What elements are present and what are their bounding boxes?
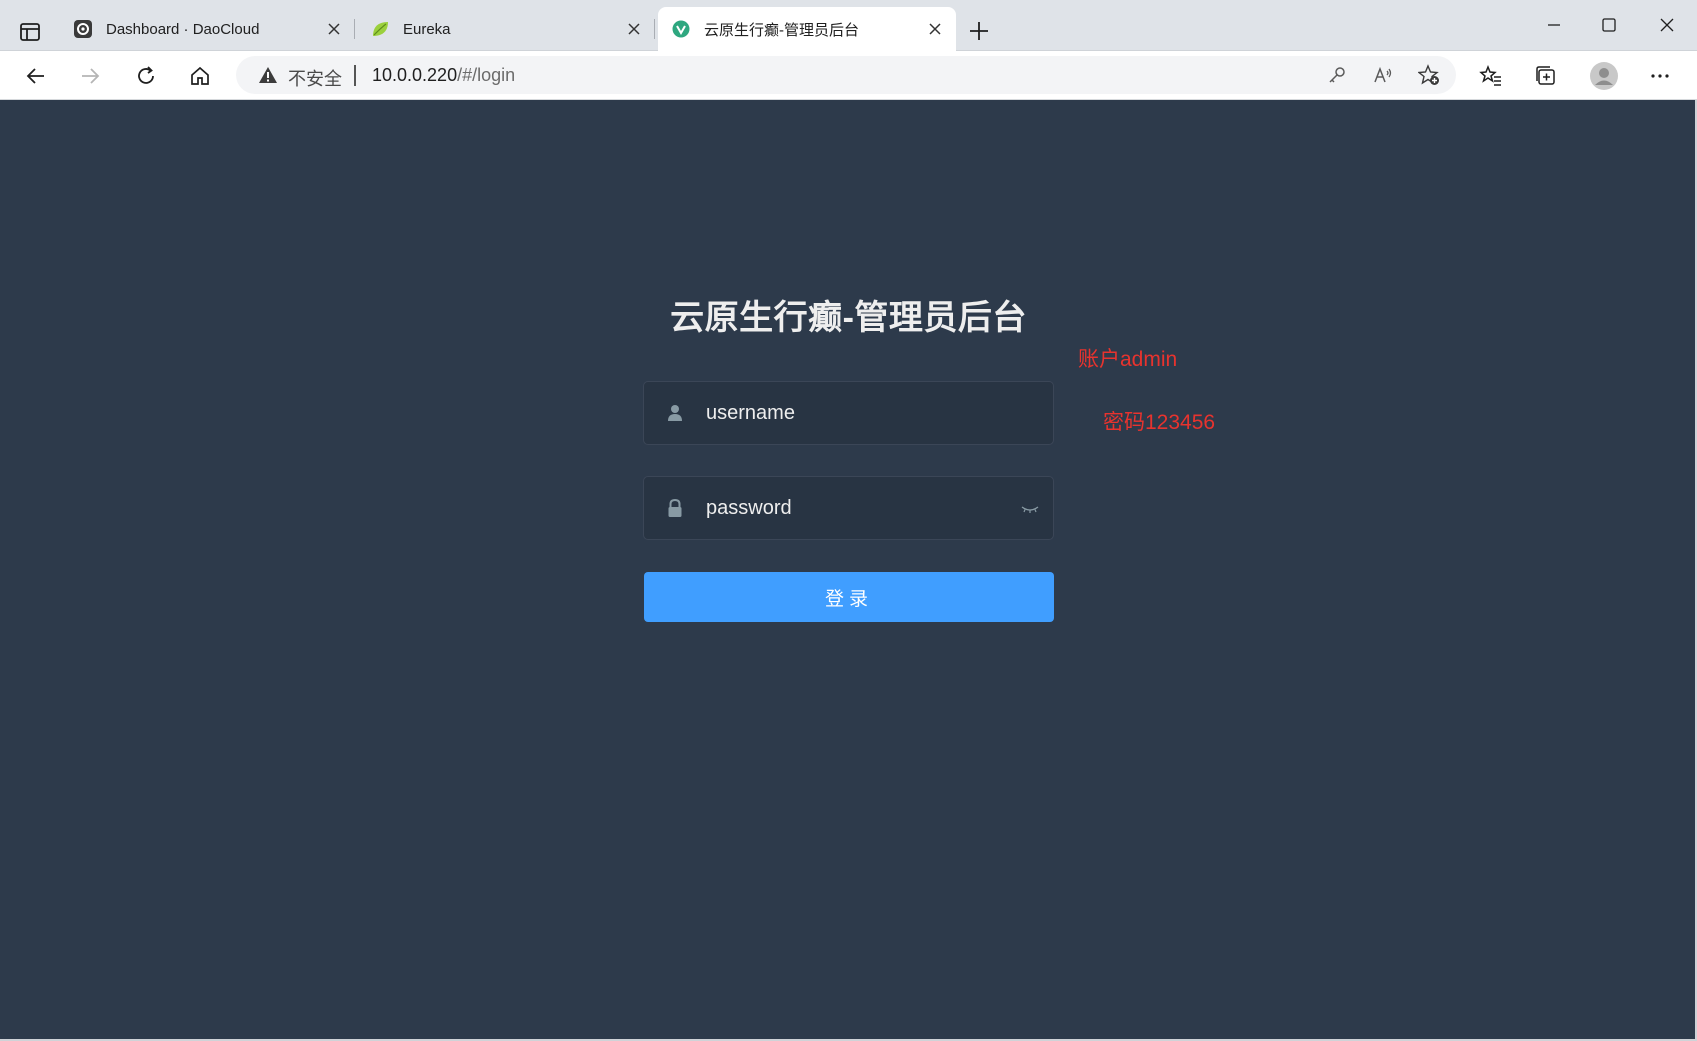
minimize-icon[interactable] <box>1543 14 1565 36</box>
login-button[interactable]: 登录 <box>644 572 1054 622</box>
tab-daocloud[interactable]: Dashboard · DaoCloud <box>60 7 355 51</box>
tab-eureka[interactable]: Eureka <box>357 7 655 51</box>
tab-title: Eureka <box>403 20 451 38</box>
tab-actions-icon[interactable] <box>18 20 42 44</box>
new-tab-icon[interactable] <box>968 20 990 42</box>
collections-icon[interactable] <box>1534 64 1558 88</box>
password-input[interactable]: password <box>706 497 792 520</box>
page-title: 云原生行癫-管理员后台 <box>670 299 1027 337</box>
close-icon[interactable] <box>327 22 341 36</box>
user-icon <box>668 405 682 421</box>
url-path: /#/login <box>457 65 516 85</box>
login-page: 云原生行癫-管理员后台 username password 登录 账户admin… <box>0 100 1697 1041</box>
close-icon[interactable] <box>928 22 942 36</box>
tab-bar: Dashboard · DaoCloud Eureka 云原生行癫-管理员后台 <box>0 0 1697 51</box>
favorites-icon[interactable] <box>1479 64 1503 88</box>
home-icon[interactable] <box>188 64 212 88</box>
browser-toolbar: 不安全 10.0.0.220/#/login <box>0 51 1697 100</box>
warning-icon[interactable] <box>258 66 278 84</box>
url-host: 10.0.0.220 <box>372 65 458 85</box>
tab-title: Dashboard · DaoCloud <box>106 20 260 38</box>
maximize-icon[interactable] <box>1598 14 1620 36</box>
daocloud-icon <box>74 20 92 38</box>
more-options-icon[interactable] <box>1648 64 1672 88</box>
address-divider <box>354 65 356 86</box>
address-bar[interactable]: 不安全 10.0.0.220/#/login <box>236 56 1456 94</box>
close-window-icon[interactable] <box>1656 14 1678 36</box>
username-input[interactable]: username <box>706 402 795 425</box>
read-aloud-icon[interactable] <box>1372 64 1394 86</box>
tab-title: 云原生行癫-管理员后台 <box>704 21 859 39</box>
back-icon[interactable] <box>24 64 48 88</box>
spring-leaf-icon <box>373 22 388 36</box>
password-note: 密码123456 <box>1103 411 1216 434</box>
password-field[interactable]: password <box>643 476 1054 540</box>
profile-avatar-icon[interactable] <box>1590 62 1618 90</box>
add-favorite-icon[interactable] <box>1418 64 1440 86</box>
close-icon[interactable] <box>627 22 641 36</box>
security-label[interactable]: 不安全 <box>288 65 342 91</box>
forward-icon[interactable] <box>78 64 102 88</box>
key-icon[interactable] <box>1326 64 1348 86</box>
eye-closed-icon[interactable] <box>1021 503 1039 515</box>
lock-icon <box>668 498 682 517</box>
url-text[interactable]: 10.0.0.220/#/login <box>372 65 515 86</box>
vue-icon <box>672 20 690 38</box>
tab-admin-console[interactable]: 云原生行癫-管理员后台 <box>658 7 956 51</box>
username-field[interactable]: username <box>643 381 1054 445</box>
account-note: 账户admin <box>1078 348 1178 371</box>
refresh-icon[interactable] <box>134 64 158 88</box>
